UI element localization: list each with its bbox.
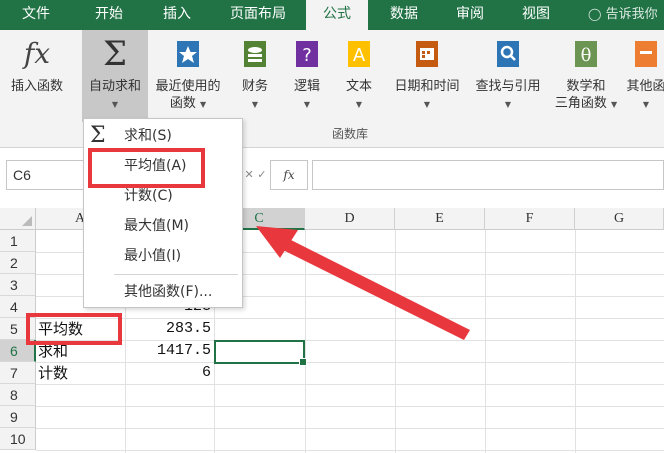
menu-item-more-functions[interactable]: 其他函数(F)... [84,277,242,307]
active-cell-c6[interactable] [214,340,307,366]
grid-line [36,428,664,429]
tab-review[interactable]: 审阅 [442,0,498,30]
row-header-7[interactable]: 7 [0,362,36,384]
highlight-average-box [88,148,205,188]
column-header-e[interactable]: E [395,208,485,230]
row-header-9[interactable]: 9 [0,406,36,428]
autosum-label: 自动求和 ▼ [88,79,141,109]
formula-input[interactable] [312,160,664,190]
datetime-button[interactable]: 日期和时间 ▼ [388,30,466,122]
money-book-icon [244,41,266,67]
tab-file[interactable]: 文件 [10,0,62,30]
sigma-icon: Σ [90,123,106,148]
grid-line [305,230,306,453]
tab-page-layout[interactable]: 页面布局 [218,0,298,30]
recently-used-button[interactable]: 最近使用的 函数 ▼ [150,30,226,122]
sigma-icon: Σ [102,34,128,74]
more-functions-button[interactable]: 其他函 ▼ [624,30,664,122]
lookup-reference-button[interactable]: 查找与引用 ▼ [470,30,546,122]
grid-line [36,450,664,451]
select-all-corner[interactable] [0,208,36,230]
cell-b6[interactable]: 1417.5 [125,340,211,362]
text-functions-button[interactable]: A 文本 ▼ [336,30,382,122]
row-header-10[interactable]: 10 [0,428,36,450]
insert-function-button[interactable]: fx 插入函数 [2,30,72,122]
tab-home[interactable]: 开始 [80,0,138,30]
more-book-icon [635,41,657,67]
menu-separator [114,274,238,275]
grid-line [36,406,664,407]
tell-me-search[interactable]: ◯ 告诉我你 [588,0,664,30]
cell-b5[interactable]: 283.5 [125,318,211,340]
financial-button[interactable]: 财务 ▼ [232,30,278,122]
column-header-d[interactable]: D [305,208,395,230]
tab-formulas[interactable]: 公式 [306,0,368,30]
insert-function-label: 插入函数 [10,79,63,94]
highlight-average-label-box [26,313,122,345]
row-header-3[interactable]: 3 [0,274,36,296]
magnifier-book-icon [497,41,519,67]
fx-icon: fx [23,37,51,70]
math-trig-button[interactable]: θ 数学和 三角函数 ▼ [550,30,622,122]
row-header-2[interactable]: 2 [0,252,36,274]
insert-function-fx-button[interactable]: fx [270,160,308,190]
tab-data[interactable]: 数据 [378,0,430,30]
row-header-1[interactable]: 1 [0,230,36,252]
svg-text:A: A [353,45,366,66]
cell-b7[interactable]: 6 [125,362,211,384]
grid-line [575,230,576,453]
column-header-f[interactable]: F [485,208,575,230]
tab-insert[interactable]: 插入 [148,0,206,30]
menu-item-max[interactable]: 最大值(M) [84,211,242,241]
grid-line [395,230,396,453]
calendar-book-icon [416,41,438,67]
cell-a7[interactable]: 计数 [38,362,124,384]
theta-book-icon: θ [575,41,597,67]
grid-line [485,230,486,453]
menu-item-min[interactable]: 最小值(I) [84,241,242,271]
text-book-icon: A [348,41,370,67]
logical-button[interactable]: ? 逻辑 ▼ [284,30,330,122]
row-header-8[interactable]: 8 [0,384,36,406]
menu-item-sum[interactable]: Σ 求和(S) [84,121,242,151]
svg-text:?: ? [302,45,312,66]
column-header-g[interactable]: G [575,208,664,230]
name-box[interactable]: C6 [6,160,86,190]
ribbon-tab-bar: 文件 开始 插入 页面布局 公式 数据 审阅 视图 ◯ 告诉我你 [0,0,664,30]
autosum-button[interactable]: Σ 自动求和 ▼ [82,30,148,122]
grid-line [36,384,664,385]
star-book-icon [177,41,199,67]
function-library-group-label: 函数库 [331,127,368,141]
question-book-icon: ? [296,41,318,67]
tab-view[interactable]: 视图 [510,0,562,30]
svg-text:θ: θ [581,45,592,66]
autosum-dropdown-menu: Σ 求和(S) 平均值(A) 计数(C) 最大值(M) 最小值(I) 其他函数(… [83,118,243,308]
lightbulb-icon: ◯ [588,7,602,21]
